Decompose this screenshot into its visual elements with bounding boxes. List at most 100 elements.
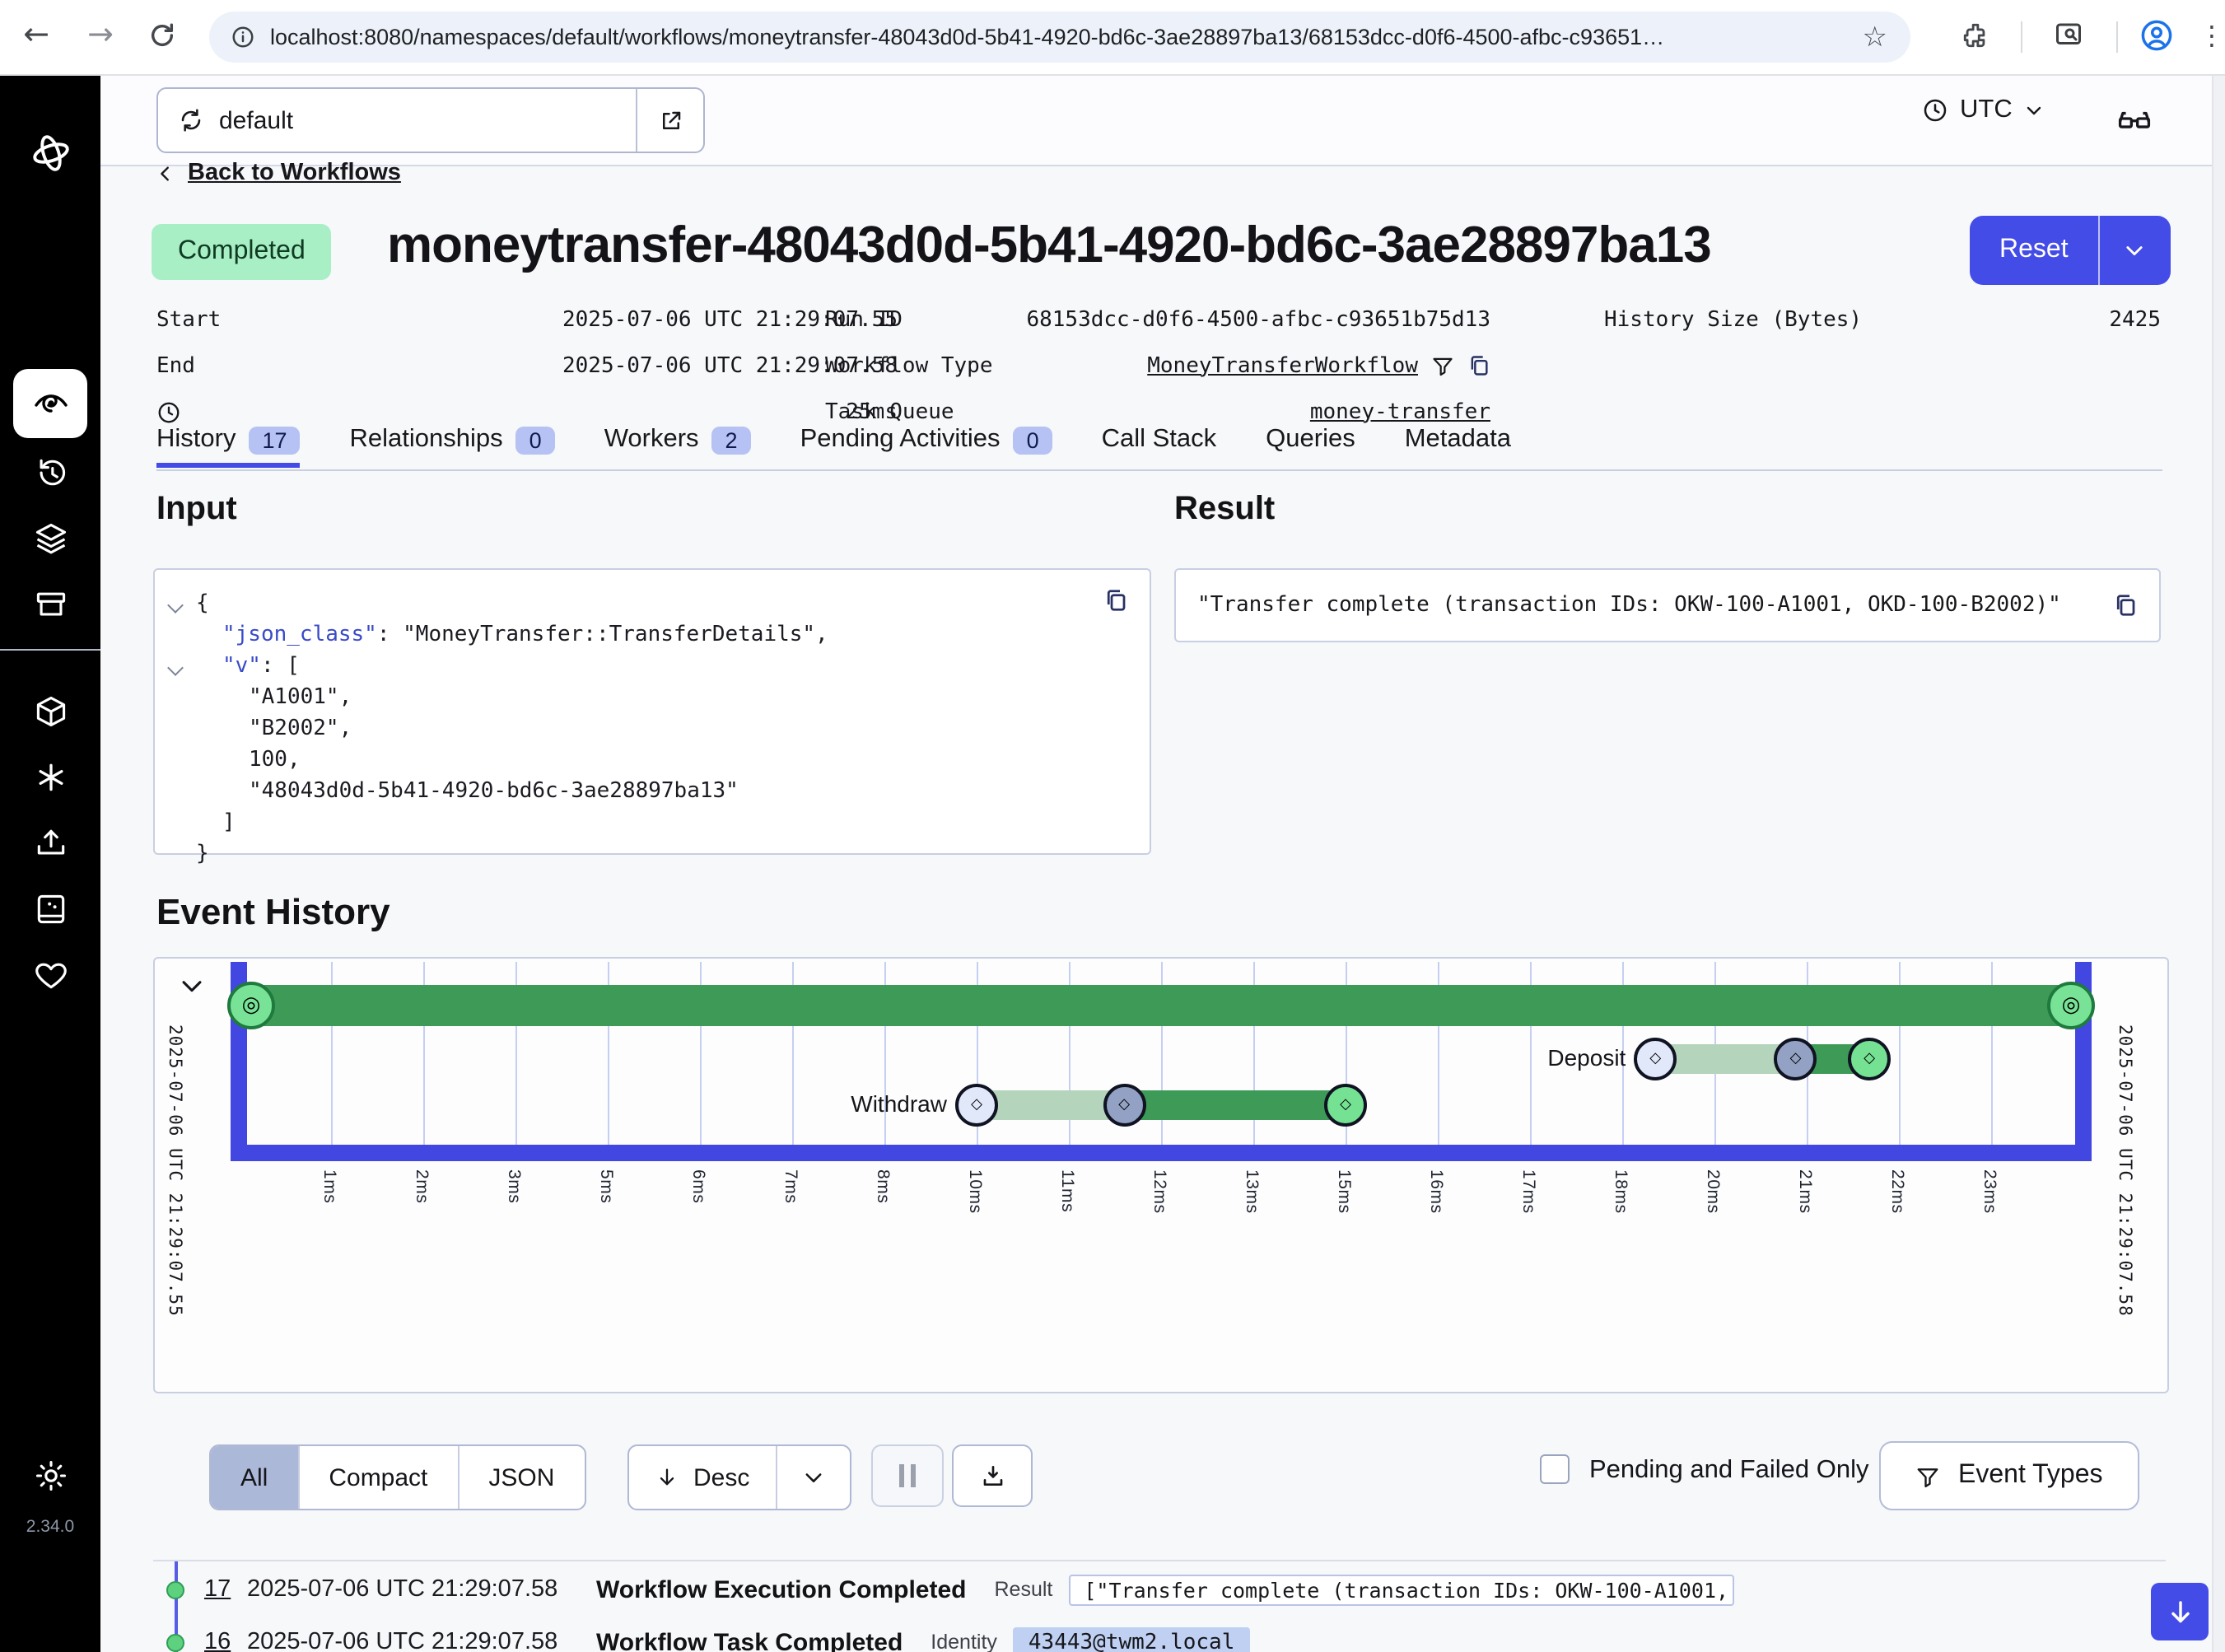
- tick-label: 22ms: [1887, 1169, 1907, 1214]
- workflow-end-marker[interactable]: ◎: [2047, 982, 2095, 1029]
- external-link-icon: [658, 108, 683, 133]
- detail-task-queue: Task Queue money-transfer: [825, 395, 1490, 428]
- tab-queries[interactable]: Queries: [1266, 425, 1355, 468]
- event-types-button[interactable]: Event Types: [1879, 1441, 2139, 1510]
- browser-scrollbar[interactable]: [2212, 74, 2225, 1652]
- tabs: History17 Relationships0 Workers2 Pending A…: [156, 425, 1511, 468]
- tick-label: 17ms: [1518, 1169, 1538, 1214]
- tab-count-badge: 0: [1014, 426, 1052, 454]
- tab-relationships[interactable]: Relationships0: [350, 425, 555, 468]
- events-divider: [153, 1560, 2166, 1561]
- tab-workers[interactable]: Workers2: [604, 425, 751, 468]
- extensions-icon[interactable]: [1953, 13, 1996, 56]
- json-line: ]: [155, 810, 1150, 842]
- sidebar-item-namespaces[interactable]: [28, 688, 72, 733]
- tick-label: 2ms: [412, 1169, 431, 1204]
- tabs-divider: [156, 469, 2162, 471]
- timeline-bottom-axis: [231, 1145, 2092, 1161]
- event-row[interactable]: 162025-07-06 UTC 21:29:07.58Workflow Tas…: [100, 1621, 2166, 1652]
- timezone-selector[interactable]: UTC: [1922, 96, 2044, 125]
- back-to-workflows-link[interactable]: Back to Workflows: [156, 160, 401, 186]
- tick-label: 1ms: [320, 1169, 339, 1204]
- tick-label: 8ms: [873, 1169, 893, 1204]
- scroll-to-bottom-button[interactable]: [2151, 1583, 2209, 1640]
- sidebar-item-archive[interactable]: [28, 581, 72, 626]
- bookmark-star-icon[interactable]: ☆: [1863, 21, 1888, 54]
- event-id-link[interactable]: 17: [204, 1576, 247, 1603]
- sidebar-item-docs[interactable]: [28, 886, 72, 931]
- side-panel-icon[interactable]: [2047, 13, 2090, 56]
- activity-completed-marker[interactable]: ◇: [1848, 1038, 1891, 1080]
- view-compact-button[interactable]: Compact: [297, 1446, 457, 1509]
- timeline-end-label: 2025-07-06 UTC 21:29:07.58: [2115, 1024, 2134, 1387]
- timeline-panel: 1ms2ms3ms5ms6ms7ms8ms10ms11ms12ms13ms15m…: [153, 957, 2169, 1393]
- layers-icon: [32, 520, 68, 556]
- json-line: "B2002",: [155, 716, 1150, 748]
- browser-forward-icon[interactable]: →: [79, 13, 122, 56]
- copy-icon[interactable]: [1467, 354, 1490, 377]
- pause-button[interactable]: [871, 1444, 944, 1507]
- workflow-type-link[interactable]: MoneyTransferWorkflow: [1147, 353, 1418, 378]
- download-icon: [979, 1463, 1005, 1489]
- pending-failed-checkbox[interactable]: [1540, 1454, 1570, 1484]
- browser-back-icon[interactable]: ←: [15, 13, 58, 56]
- copy-icon[interactable]: [1103, 588, 1128, 613]
- detail-start: Start2025-07-06 UTC 21:29:07.55: [156, 303, 898, 336]
- sidebar-item-import[interactable]: [28, 820, 72, 865]
- tab-pending-activities[interactable]: Pending Activities0: [800, 425, 1052, 468]
- activity-completed-marker[interactable]: ◇: [1324, 1084, 1367, 1127]
- profile-icon[interactable]: [2134, 13, 2177, 56]
- sidebar-item-schedules[interactable]: [28, 450, 72, 494]
- copy-icon[interactable]: [2113, 593, 2138, 618]
- browser-reload-icon[interactable]: [140, 13, 183, 56]
- tick-label: 16ms: [1426, 1169, 1446, 1214]
- view-json-button[interactable]: JSON: [457, 1446, 584, 1509]
- reset-button[interactable]: Reset: [1970, 216, 2171, 285]
- filter-icon[interactable]: [1431, 354, 1454, 377]
- sidebar-item-feedback[interactable]: [28, 952, 72, 996]
- workflow-title: moneytransfer-48043d0d-5b41-4920-bd6c-3a…: [387, 216, 1711, 275]
- json-line: "48043d0d-5b41-4920-bd6c-3ae28897ba13": [155, 779, 1150, 810]
- event-history-heading: Event History: [156, 891, 390, 934]
- temporal-logo-icon[interactable]: [28, 130, 72, 175]
- toolbar-divider: [2021, 21, 2022, 53]
- task-queue-link[interactable]: money-transfer: [1310, 399, 1490, 424]
- workflow-start-marker[interactable]: ◎: [227, 982, 275, 1029]
- tab-call-stack[interactable]: Call Stack: [1102, 425, 1217, 468]
- tick-label: 23ms: [1980, 1169, 1999, 1214]
- activity-scheduled-marker[interactable]: ◇: [955, 1084, 998, 1127]
- activity-started-marker[interactable]: ◇: [1103, 1084, 1145, 1127]
- tab-metadata[interactable]: Metadata: [1405, 425, 1511, 468]
- collapse-icon[interactable]: [167, 660, 184, 676]
- labs-mode-icon[interactable]: [2116, 100, 2153, 137]
- download-button[interactable]: [952, 1444, 1033, 1507]
- address-bar[interactable]: localhost:8080/namespaces/default/workfl…: [209, 12, 1910, 63]
- sidebar-item-nexus[interactable]: [28, 754, 72, 799]
- duration-clock-icon: [156, 399, 181, 424]
- view-all-button[interactable]: All: [211, 1446, 297, 1509]
- tick-label: 21ms: [1795, 1169, 1815, 1214]
- site-info-icon[interactable]: [231, 25, 255, 49]
- tick-label: 10ms: [965, 1169, 985, 1214]
- theme-toggle[interactable]: [28, 1453, 72, 1497]
- namespace-open-button[interactable]: [636, 89, 703, 152]
- event-status-dot: [166, 1633, 184, 1651]
- json-line: "A1001",: [155, 685, 1150, 716]
- sort-button[interactable]: Desc: [627, 1444, 851, 1510]
- reset-menu-button[interactable]: [2098, 216, 2171, 285]
- sort-menu-button[interactable]: [776, 1446, 850, 1509]
- workflow-span-bar[interactable]: [239, 985, 2083, 1026]
- sidebar-item-workflows[interactable]: [13, 369, 87, 438]
- browser-menu-icon[interactable]: ⋮: [2190, 13, 2225, 56]
- sidebar-item-batch[interactable]: [28, 516, 72, 560]
- event-row[interactable]: 172025-07-06 UTC 21:29:07.58Workflow Exe…: [100, 1568, 2166, 1611]
- book-icon: [32, 890, 68, 926]
- event-id-link[interactable]: 16: [204, 1629, 247, 1652]
- activity-started-marker[interactable]: ◇: [1775, 1038, 1817, 1080]
- schedules-icon: [32, 454, 68, 490]
- tick-label: 18ms: [1611, 1169, 1630, 1214]
- collapse-icon[interactable]: [167, 597, 184, 614]
- activity-scheduled-marker[interactable]: ◇: [1634, 1038, 1677, 1080]
- namespace-selector[interactable]: default: [156, 87, 705, 153]
- tab-history[interactable]: History17: [156, 425, 301, 468]
